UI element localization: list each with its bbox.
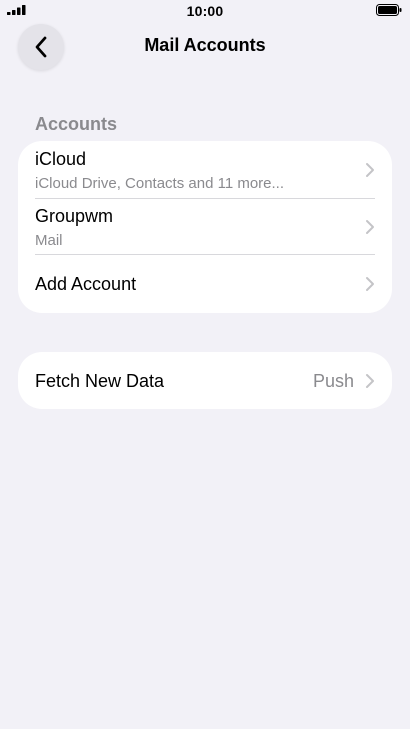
chevron-right-icon bbox=[366, 277, 374, 291]
status-time: 10:00 bbox=[186, 3, 224, 19]
add-account-label: Add Account bbox=[35, 274, 137, 294]
fetch-value: Push bbox=[312, 371, 354, 391]
account-subtitle: Mail bbox=[35, 232, 63, 249]
chevron-right-icon bbox=[366, 163, 374, 177]
account-title: iCloud bbox=[35, 149, 87, 169]
fetch-settings-group: Fetch New Data Push bbox=[18, 352, 392, 409]
add-account-button[interactable]: Add Account bbox=[18, 255, 392, 313]
account-row-groupwm[interactable]: Groupwm Mail bbox=[18, 198, 392, 255]
account-subtitle: iCloud Drive, Contacts and 11 more... bbox=[35, 175, 285, 192]
chevron-right-icon bbox=[366, 374, 374, 388]
fetch-new-data-row[interactable]: Fetch New Data Push bbox=[18, 352, 392, 409]
battery-icon bbox=[376, 4, 402, 16]
account-row-icloud[interactable]: iCloud iCloud Drive, Contacts and 11 mor… bbox=[18, 141, 392, 198]
chevron-right-icon bbox=[366, 220, 374, 234]
section-header-accounts: Accounts bbox=[35, 114, 118, 134]
page-title: Mail Accounts bbox=[144, 35, 266, 55]
accounts-list: iCloud iCloud Drive, Contacts and 11 mor… bbox=[18, 141, 392, 313]
navigation-bar: Mail Accounts bbox=[0, 22, 410, 72]
status-bar: 10:00 bbox=[0, 0, 410, 22]
account-title: Groupwm bbox=[35, 206, 114, 226]
fetch-new-data-label: Fetch New Data bbox=[35, 371, 165, 391]
